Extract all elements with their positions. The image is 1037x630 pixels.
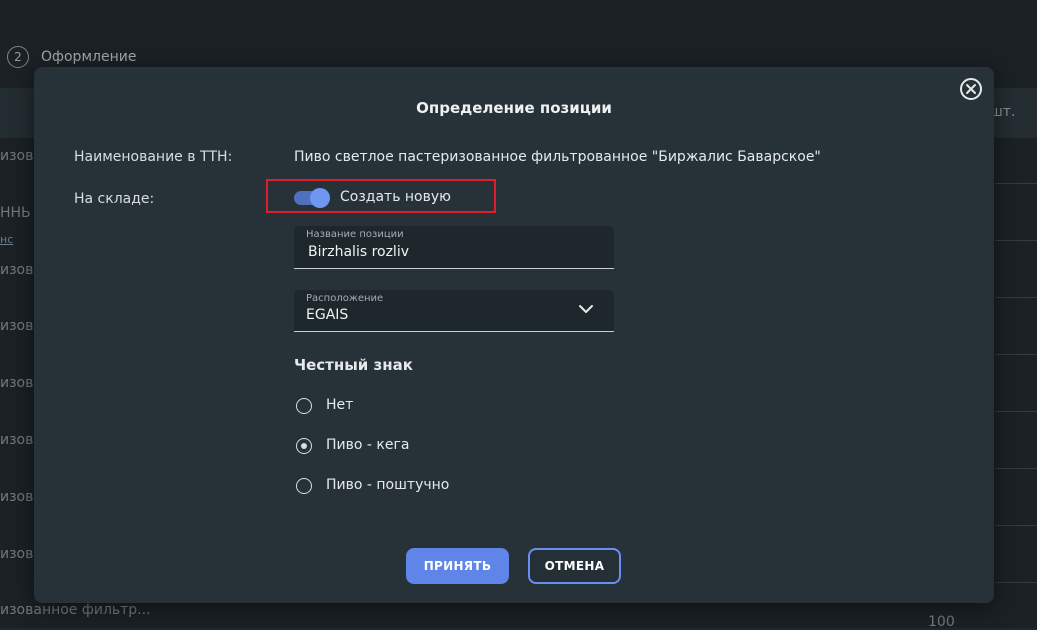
- position-name-value: Birzhalis rozliv: [308, 244, 410, 260]
- honest-sign-title: Честный знак: [294, 356, 413, 374]
- create-new-label: Создать новую: [340, 189, 451, 205]
- radio-selected-dot: [300, 442, 307, 449]
- chevron-down-icon: [579, 305, 593, 313]
- position-dialog: Определение позиции Наименование в ТТН: …: [34, 67, 994, 603]
- position-name-field[interactable]: Название позиции Birzhalis rozliv: [294, 226, 614, 269]
- toggle-knob: [310, 188, 330, 208]
- cancel-button[interactable]: ОТМЕНА: [528, 548, 621, 584]
- create-new-toggle[interactable]: [294, 188, 330, 208]
- close-icon: [966, 84, 976, 94]
- location-value: EGAIS: [306, 307, 349, 323]
- position-name-label: Название позиции: [306, 229, 404, 240]
- close-button[interactable]: [960, 78, 982, 100]
- accept-button[interactable]: ПРИНЯТЬ: [406, 548, 509, 584]
- stock-label: На складе:: [74, 191, 155, 207]
- location-label: Расположение: [306, 293, 384, 304]
- radio-beer-piece[interactable]: [296, 478, 312, 494]
- radio-beer-keg[interactable]: [296, 438, 312, 454]
- dialog-title: Определение позиции: [416, 99, 612, 117]
- radio-beer-keg-label: Пиво - кега: [326, 437, 410, 453]
- ttn-name-label: Наименование в ТТН:: [74, 149, 233, 165]
- ttn-name-value: Пиво светлое пастеризованное фильтрованн…: [294, 149, 821, 165]
- radio-none[interactable]: [296, 398, 312, 414]
- radio-beer-piece-label: Пиво - поштучно: [326, 477, 450, 493]
- radio-none-label: Нет: [326, 397, 354, 413]
- location-select[interactable]: Расположение EGAIS: [294, 290, 614, 332]
